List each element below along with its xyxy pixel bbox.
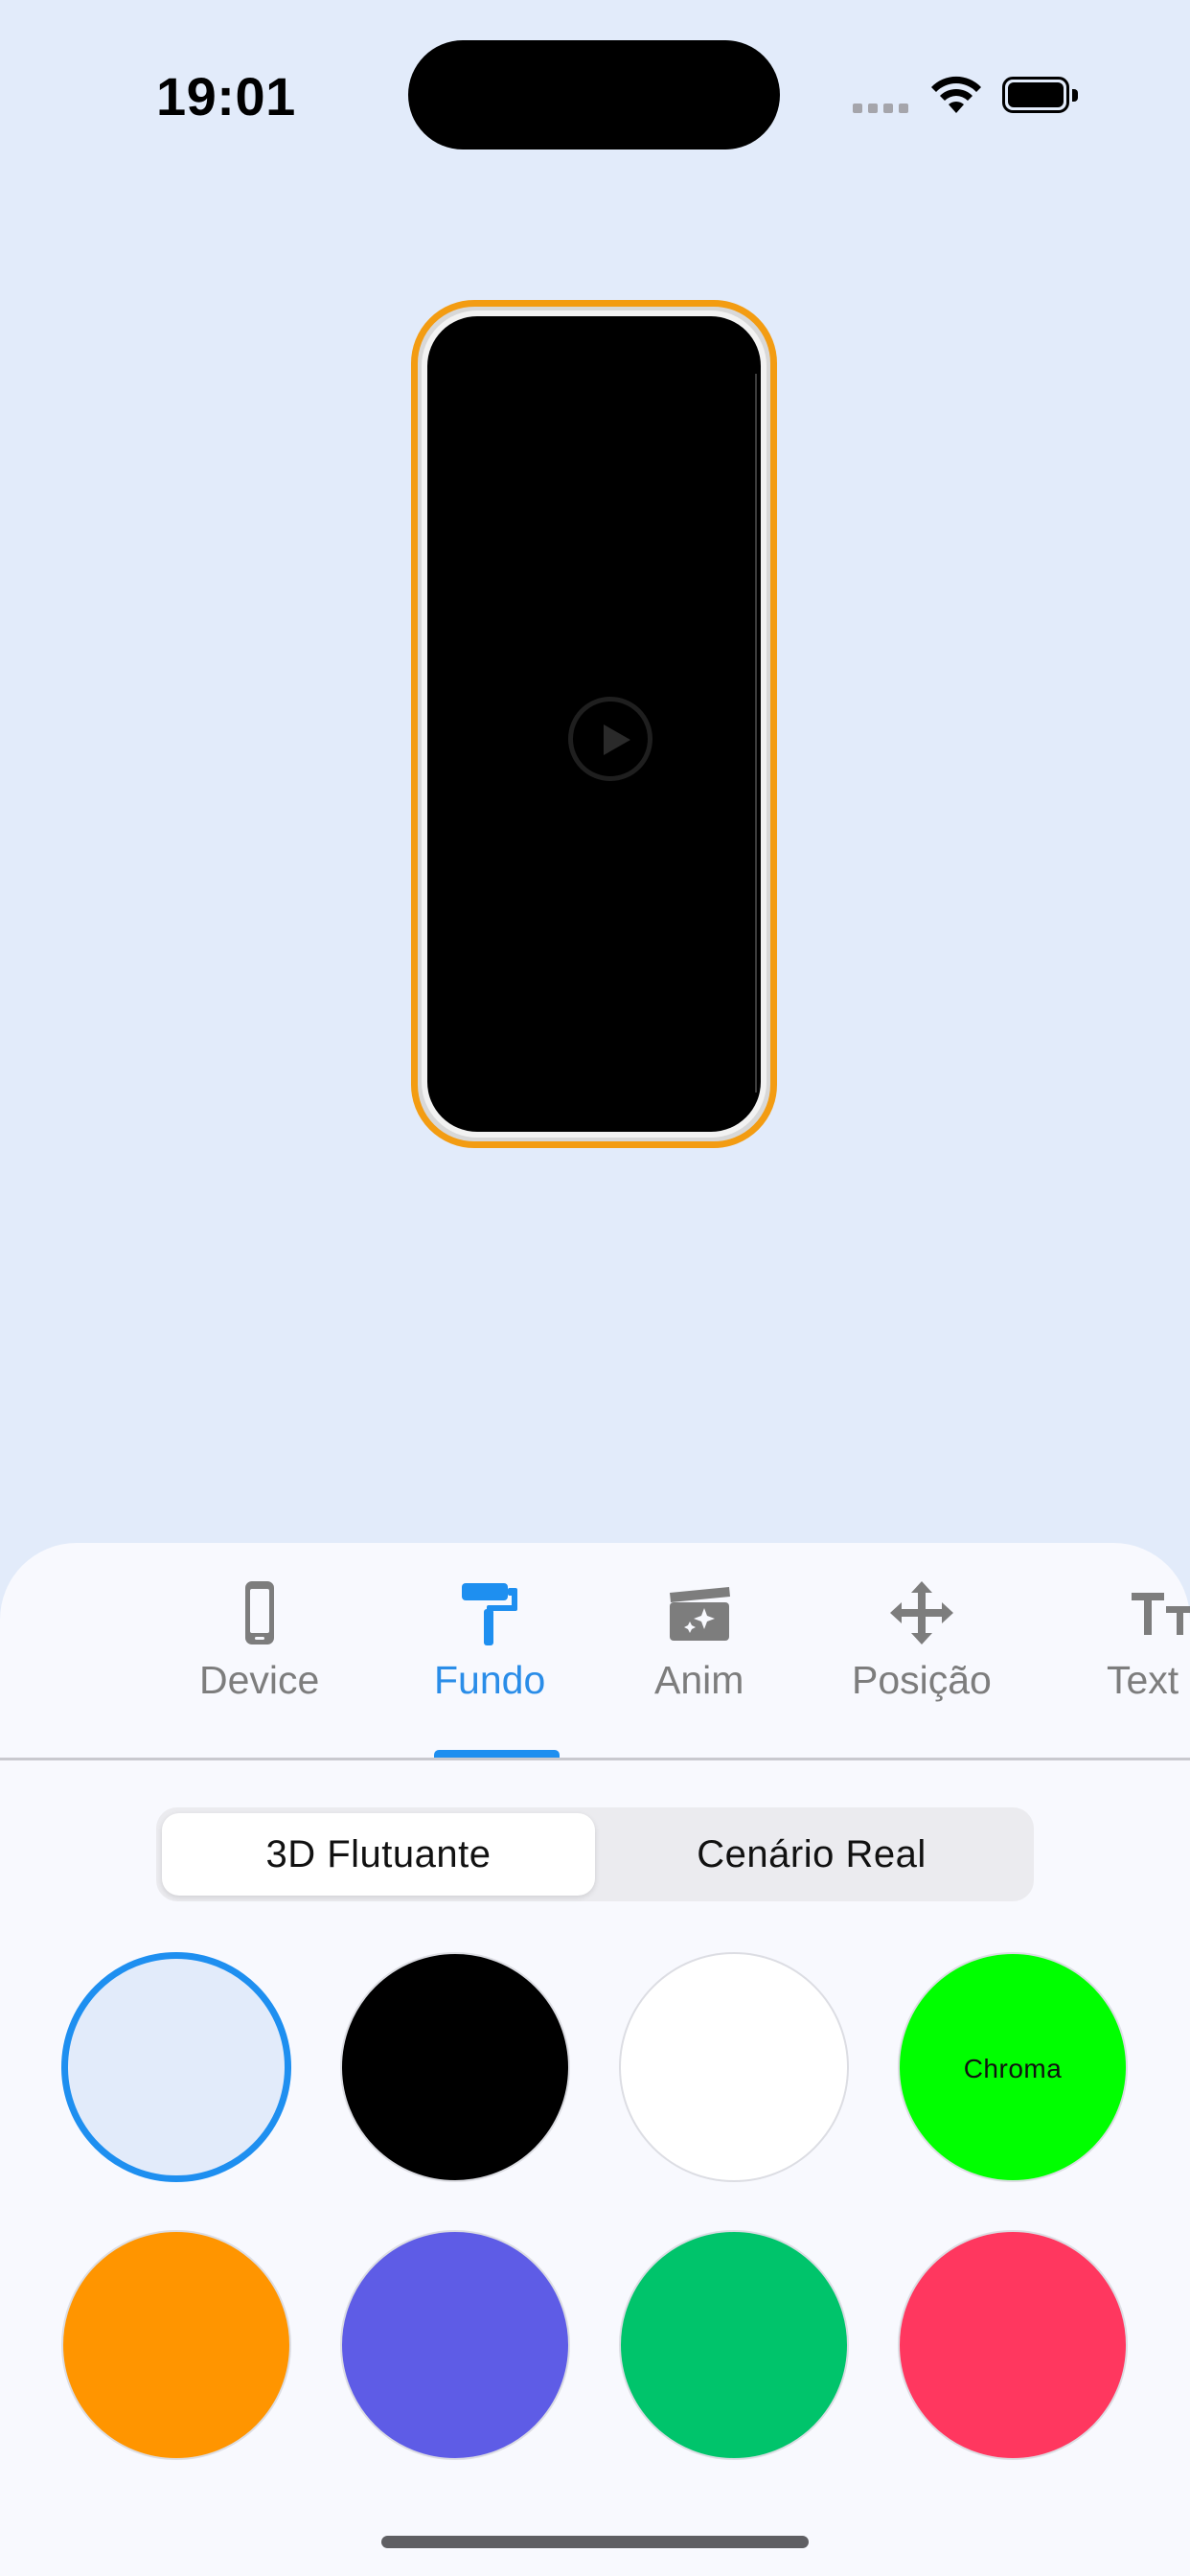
status-bar: 19:01 [0,0,1190,192]
status-time: 19:01 [156,66,296,126]
tab-anim-label: Anim [654,1658,744,1702]
background-mode-segmented-control: 3D Flutuante Cenário Real [156,1807,1034,1901]
text-size-icon [1132,1593,1190,1635]
swatch-purple[interactable] [340,2230,570,2460]
home-indicator[interactable] [381,2536,809,2548]
tab-device[interactable]: Device [199,1579,319,1703]
tab-fundo-label: Fundo [434,1658,546,1702]
swatch-light-blue[interactable] [61,1952,291,2182]
tab-divider [0,1758,1190,1760]
dynamic-island [408,40,780,150]
device-screen [427,316,761,1132]
tab-posicao-label: Posição [852,1658,992,1702]
cellular-signal-icon [853,104,908,113]
tab-posicao[interactable]: Posição [852,1579,992,1703]
wifi-icon [931,76,981,113]
swatch-green[interactable] [619,2230,849,2460]
tab-device-label: Device [199,1658,320,1702]
swatch-black[interactable] [340,1952,570,2182]
tab-text[interactable]: Text [1107,1579,1190,1703]
swatch-chroma[interactable]: Chroma [898,1952,1128,2182]
battery-icon [1002,77,1079,115]
swatch-red[interactable] [898,2230,1128,2460]
screen-edge-line [755,374,757,1092]
tab-bar: Device Fundo Anim Posição Text [0,1543,1190,1760]
phone-icon [244,1581,274,1644]
tab-fundo[interactable]: Fundo [434,1579,545,1703]
play-icon[interactable] [568,697,652,781]
tab-anim[interactable]: Anim [654,1579,744,1703]
swatch-chroma-label: Chroma [963,2054,1063,2083]
segment-3d-flutuante[interactable]: 3D Flutuante [162,1813,595,1896]
move-arrows-icon [889,1581,953,1644]
segment-cenario-real[interactable]: Cenário Real [595,1813,1028,1896]
swatch-white[interactable] [619,1952,849,2182]
device-frame [422,310,767,1138]
tab-text-label: Text [1107,1658,1179,1702]
clapperboard-sparkles-icon [669,1587,730,1641]
swatch-orange[interactable] [61,2230,291,2460]
paint-roller-icon [462,1583,518,1645]
device-preview[interactable] [411,300,777,1148]
